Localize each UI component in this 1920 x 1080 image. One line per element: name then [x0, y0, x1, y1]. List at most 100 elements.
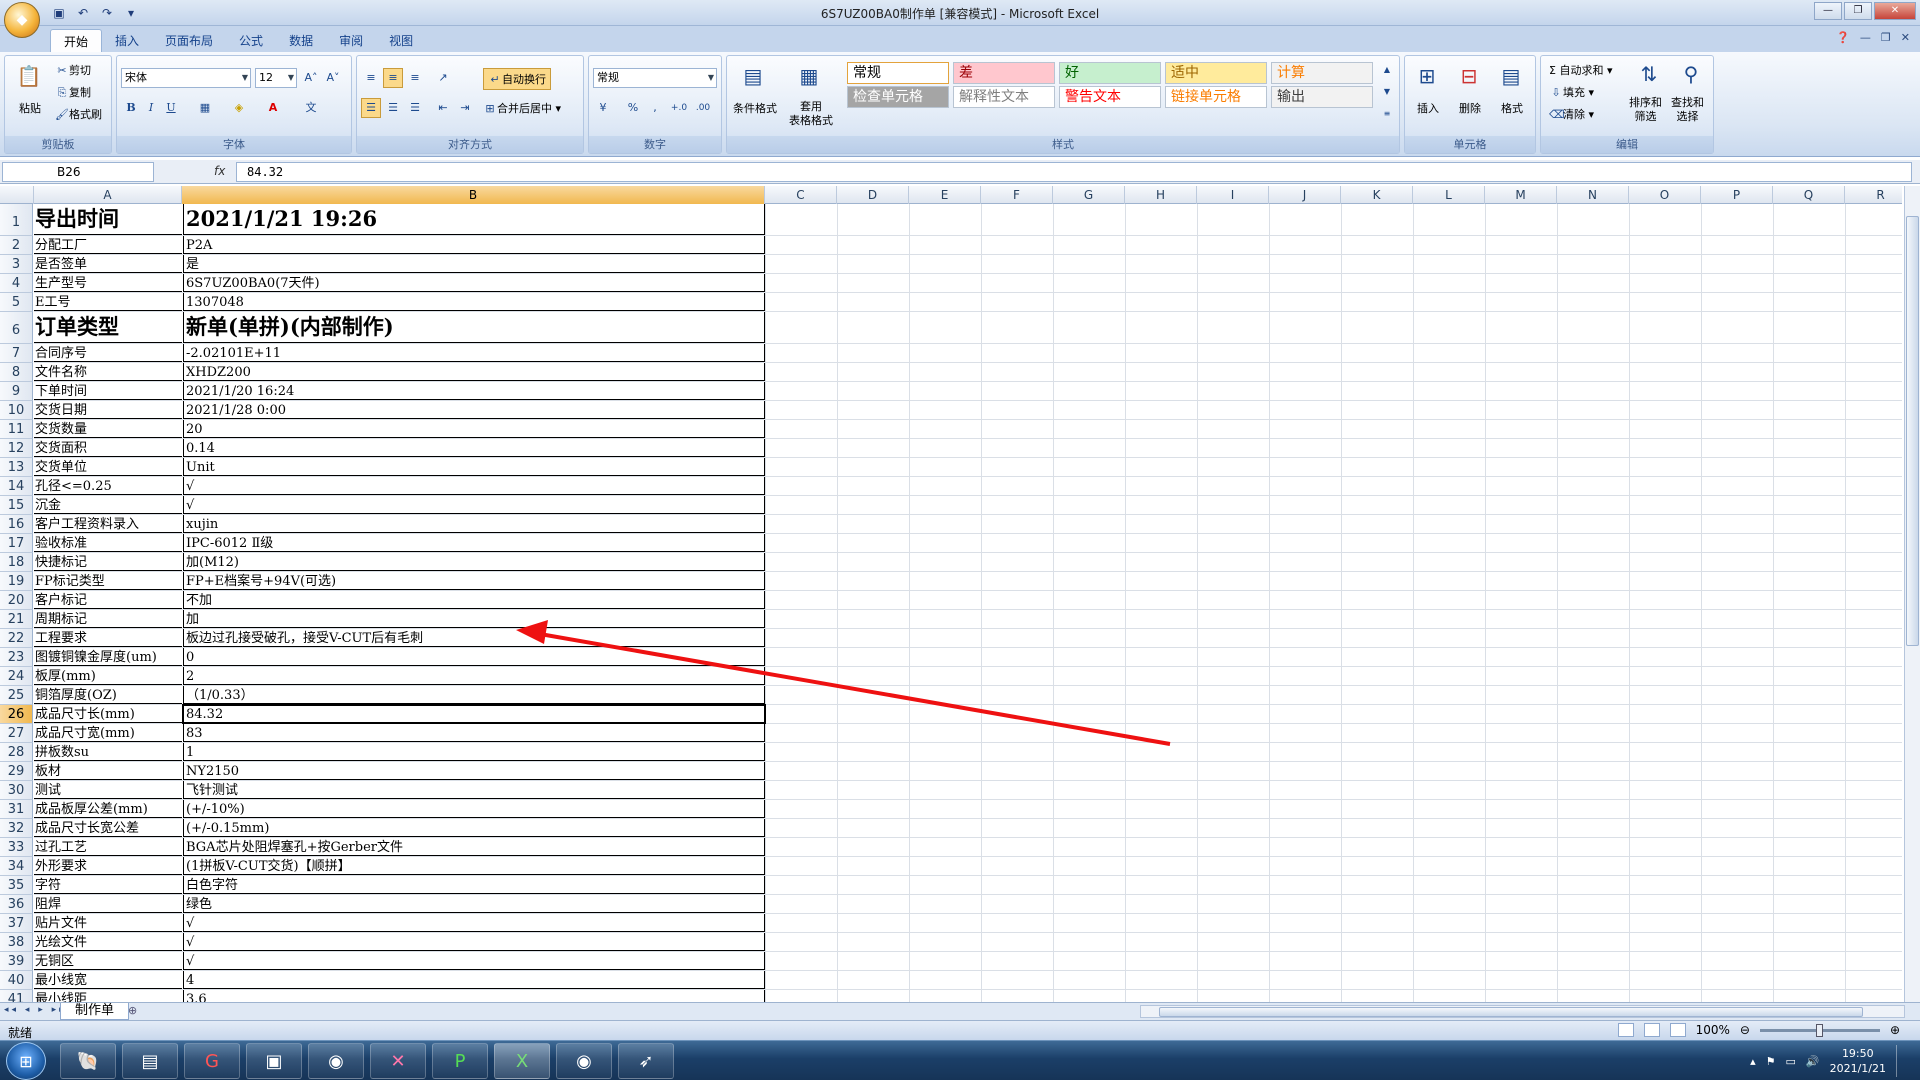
column-header-N[interactable]: N	[1557, 186, 1629, 204]
row-header[interactable]: 9	[0, 382, 33, 401]
cell-value[interactable]: 白色字符	[183, 876, 765, 894]
cell-label[interactable]: 合同序号	[34, 344, 182, 362]
cell-label[interactable]: 文件名称	[34, 363, 182, 381]
delete-button[interactable]: 删除	[1459, 100, 1481, 116]
cell-value[interactable]: 3.6	[183, 990, 765, 1002]
cell-value[interactable]: √	[183, 933, 765, 951]
cell-label[interactable]: 下单时间	[34, 382, 182, 400]
cell-style-6[interactable]: 解释性文本	[953, 86, 1055, 108]
row-header[interactable]: 18	[0, 553, 33, 572]
cell-label[interactable]: 拼板数su	[34, 743, 182, 761]
format-cells-icon[interactable]: ▤	[1495, 60, 1527, 92]
zoom-in-icon[interactable]: ⊕	[1890, 1023, 1900, 1037]
zoom-slider[interactable]	[1759, 1023, 1880, 1037]
row-header[interactable]: 1	[0, 204, 33, 236]
cell-value[interactable]: 1307048	[183, 293, 765, 311]
sheet-tab[interactable]: 制作单	[60, 1003, 130, 1020]
increase-indent-icon[interactable]: ⇥	[455, 98, 475, 118]
p-app-icon[interactable]: P	[432, 1043, 488, 1079]
x-app-icon[interactable]: ✕	[370, 1043, 426, 1079]
cell-label[interactable]: 生产型号	[34, 274, 182, 292]
show-desktop-button[interactable]	[1896, 1045, 1906, 1077]
cell-label[interactable]: 快捷标记	[34, 553, 182, 571]
insert-cells-icon[interactable]: ⊞	[1411, 60, 1443, 92]
cell-label[interactable]: 客户标记	[34, 591, 182, 609]
cell-value[interactable]: 板边过孔接受破孔，接受V-CUT后有毛刺	[183, 629, 765, 647]
cell-style-1[interactable]: 差	[953, 62, 1055, 84]
row-header[interactable]: 11	[0, 420, 33, 439]
cell-style-3[interactable]: 适中	[1165, 62, 1267, 84]
row-header[interactable]: 12	[0, 439, 33, 458]
paste-icon[interactable]: 📋	[13, 60, 45, 92]
page-break-view-icon[interactable]	[1669, 1023, 1686, 1037]
cell-label[interactable]: 交货日期	[34, 401, 182, 419]
row-header[interactable]: 14	[0, 477, 33, 496]
horizontal-scroll-thumb[interactable]	[1159, 1007, 1863, 1017]
tab-formulas[interactable]: 公式	[226, 29, 276, 52]
cell-label[interactable]: 过孔工艺	[34, 838, 182, 856]
excel-icon[interactable]: X	[494, 1043, 550, 1079]
row-header[interactable]: 10	[0, 401, 33, 420]
row-header[interactable]: 17	[0, 534, 33, 553]
cell-value[interactable]: (1拼板V-CUT交货)【顺拼】	[183, 857, 765, 875]
cells-area[interactable]: 导出时间 2021/1/21 19:26 分配工厂 P2A 是否签单是生产型号 6S7UZ…	[34, 204, 1902, 1002]
cell-value[interactable]: 加(M12)	[183, 553, 765, 571]
row-header[interactable]: 2	[0, 236, 33, 255]
row-header[interactable]: 25	[0, 686, 33, 705]
cell-value[interactable]: FP+E档案号+94V(可选)	[183, 572, 765, 590]
borders-icon[interactable]: ▦	[195, 98, 215, 118]
cell-label[interactable]: 光绘文件	[34, 933, 182, 951]
cell-style-2[interactable]: 好	[1059, 62, 1161, 84]
cell-label[interactable]: 交货数量	[34, 420, 182, 438]
cell-style-7[interactable]: 警告文本	[1059, 86, 1161, 108]
help-icon[interactable]: ❓	[1836, 31, 1850, 44]
tray-arrow-icon[interactable]: ▴	[1750, 1055, 1756, 1068]
cell-label[interactable]: 是否签单	[34, 255, 182, 273]
cell-value[interactable]: 4	[183, 971, 765, 989]
column-header-H[interactable]: H	[1125, 186, 1197, 204]
binoculars-icon[interactable]: ⚲	[1675, 58, 1707, 90]
cell-value[interactable]: 绿色	[183, 895, 765, 913]
name-box[interactable]: B26	[2, 162, 154, 182]
cell-label[interactable]: 最小线距	[34, 990, 182, 1002]
cell-style-8[interactable]: 链接单元格	[1165, 86, 1267, 108]
minimize-icon[interactable]: —	[1814, 2, 1842, 20]
row-header[interactable]: 35	[0, 876, 33, 895]
comma-button[interactable]: ,	[645, 98, 665, 118]
column-header-B[interactable]: B	[182, 186, 765, 204]
row-header[interactable]: 37	[0, 914, 33, 933]
tab-view[interactable]: 视图	[376, 29, 426, 52]
flag-icon[interactable]: ⚑	[1766, 1055, 1776, 1068]
cell-label[interactable]: 周期标记	[34, 610, 182, 628]
select-all-corner[interactable]	[0, 186, 34, 204]
cell-label[interactable]: 测试	[34, 781, 182, 799]
cell-label[interactable]: 最小线宽	[34, 971, 182, 989]
row-header[interactable]: 39	[0, 952, 33, 971]
orientation-icon[interactable]: ↗	[433, 68, 453, 88]
align-top-icon[interactable]: ≡	[361, 68, 381, 88]
phonetic-icon[interactable]: 文	[301, 98, 321, 118]
tab-data[interactable]: 数据	[276, 29, 326, 52]
cell-label[interactable]: 客户工程资料录入	[34, 515, 182, 533]
row-header[interactable]: 7	[0, 344, 33, 363]
row-header[interactable]: 3	[0, 255, 33, 274]
column-header-G[interactable]: G	[1053, 186, 1125, 204]
zoom-level[interactable]: 100%	[1696, 1023, 1730, 1037]
format-painter-button[interactable]: 🖌格式刷	[55, 106, 102, 122]
align-right-icon[interactable]: ☰	[405, 98, 425, 118]
cell-value[interactable]: 2021/1/28 0:00	[183, 401, 765, 419]
row-header[interactable]: 21	[0, 610, 33, 629]
cell-value[interactable]: BGA芯片处阻焊塞孔+按Gerber文件	[183, 838, 765, 856]
cell-value[interactable]: -2.02101E+11	[183, 344, 765, 362]
restore-icon[interactable]: ❐	[1844, 2, 1872, 20]
conditional-format-icon[interactable]: ▤	[737, 60, 769, 92]
cell-label[interactable]: 沉金	[34, 496, 182, 514]
paste-button[interactable]: 粘贴	[19, 100, 41, 116]
merge-center-button[interactable]: ⊞ 合并后居中 ▾	[483, 100, 561, 116]
ribbon-restore-icon[interactable]: ❐	[1881, 31, 1891, 44]
align-left-icon[interactable]: ☰	[361, 98, 381, 118]
tab-review[interactable]: 审阅	[326, 29, 376, 52]
office-button[interactable]: ◆	[4, 2, 40, 38]
decrease-indent-icon[interactable]: ⇤	[433, 98, 453, 118]
column-header-F[interactable]: F	[981, 186, 1053, 204]
